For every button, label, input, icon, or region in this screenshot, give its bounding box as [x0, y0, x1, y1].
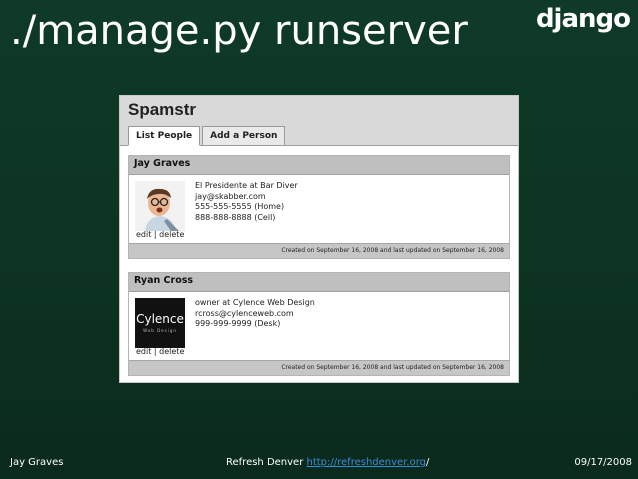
person-email: rcross@cylenceweb.com	[195, 308, 294, 318]
person-title: El Presidente at Bar Diver	[195, 181, 298, 190]
person-card: Ryan Cross Cylence Web Design owner at C…	[128, 272, 510, 376]
edit-link[interactable]: edit	[136, 347, 151, 356]
person-details: owner at Cylence Web Design rcross@cylen…	[195, 298, 315, 330]
app-name: Spamstr	[128, 100, 197, 119]
footer-date: 09/17/2008	[574, 457, 632, 468]
action-separator: |	[153, 230, 157, 239]
person-card: Jay Graves El Presidente at Bar Diver ja…	[128, 155, 510, 259]
person-name: Ryan Cross	[129, 273, 509, 292]
person-details: El Presidente at Bar Diver jay@skabber.c…	[195, 181, 298, 223]
delete-link[interactable]: delete	[159, 230, 184, 239]
app-header: Spamstr List People Add a Person	[120, 96, 518, 146]
footer-event-link[interactable]: http://refreshdenver.org	[307, 457, 426, 468]
people-list: Jay Graves El Presidente at Bar Diver ja…	[120, 146, 518, 376]
person-email: jay@skabber.com	[195, 191, 266, 201]
tab-bar: List People Add a Person	[128, 126, 287, 146]
company-logo: Cylence Web Design	[135, 298, 185, 348]
django-logo: django	[535, 4, 631, 34]
person-body: El Presidente at Bar Diver jay@skabber.c…	[129, 175, 509, 243]
person-actions: edit | delete	[136, 230, 184, 239]
delete-link[interactable]: delete	[159, 347, 184, 356]
slide-footer: Jay Graves Refresh Denver http://refresh…	[0, 457, 638, 471]
person-actions: edit | delete	[136, 347, 184, 356]
person-photo-icon	[135, 181, 185, 231]
slide-title: ./manage.py runserver	[10, 8, 468, 54]
avatar	[135, 181, 185, 231]
footer-author: Jay Graves	[10, 457, 64, 468]
footer-event-name: Refresh Denver	[226, 457, 307, 468]
person-phone-desk: 999-999-9999 (Desk)	[195, 319, 281, 328]
person-phone-home: 555-555-5555 (Home)	[195, 202, 285, 211]
footer-event: Refresh Denver http://refreshdenver.org/	[226, 457, 429, 468]
person-meta: Created on September 16, 2008 and last u…	[129, 360, 509, 375]
person-title: owner at Cylence Web Design	[195, 298, 315, 307]
person-meta: Created on September 16, 2008 and last u…	[129, 243, 509, 258]
company-logo-subtext: Web Design	[143, 328, 177, 333]
edit-link[interactable]: edit	[136, 230, 151, 239]
company-logo-text: Cylence	[136, 312, 184, 326]
browser-window: Spamstr List People Add a Person Jay Gra…	[119, 95, 519, 383]
footer-event-suffix: /	[425, 457, 430, 468]
tab-add-a-person[interactable]: Add a Person	[202, 126, 286, 146]
tab-list-people[interactable]: List People	[128, 126, 201, 146]
person-body: Cylence Web Design owner at Cylence Web …	[129, 292, 509, 360]
action-separator: |	[153, 347, 157, 356]
person-name: Jay Graves	[129, 156, 509, 175]
person-phone-cell: 888-888-8888 (Cell)	[195, 212, 276, 222]
